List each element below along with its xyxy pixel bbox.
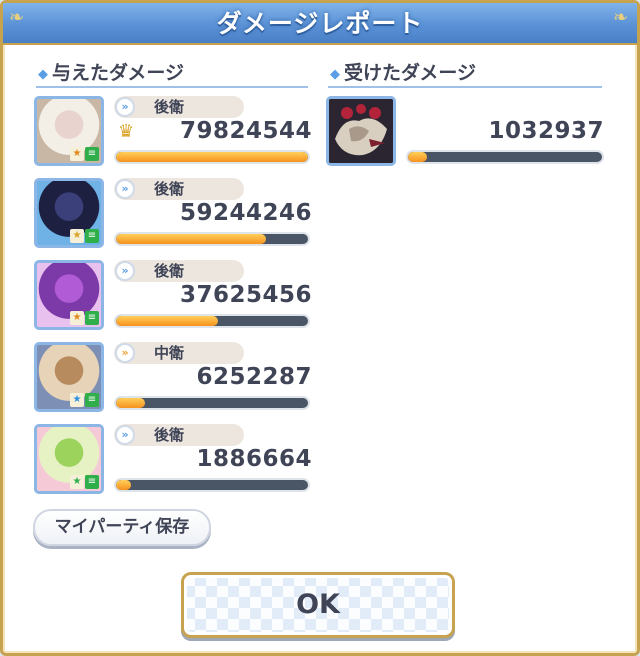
position-label: 後衛 [154, 180, 185, 198]
damage-bar-fill [408, 152, 428, 162]
double-chevron-icon: » [115, 261, 135, 281]
damage-bar-fill [116, 234, 266, 244]
diamond-icon: ◆ [330, 67, 340, 82]
position-pill: » 中衛 [114, 342, 244, 364]
damage-value: 59244246 [179, 200, 312, 226]
section-divider [36, 86, 308, 88]
element-icon: ≡ [85, 393, 99, 407]
damage-bar [114, 478, 310, 492]
double-chevron-icon: » [115, 179, 135, 199]
damage-value: 1032937 [488, 118, 604, 144]
section-divider [328, 86, 602, 88]
rank-icon: ★ [70, 393, 84, 407]
damage-bar [114, 314, 310, 328]
damage-bar-fill [116, 152, 308, 162]
element-icon: ≡ [85, 229, 99, 243]
element-icon: ≡ [85, 475, 99, 489]
boss-art [329, 99, 393, 163]
received-section-label: 受けたダメージ [344, 62, 477, 84]
element-icon: ≡ [85, 147, 99, 161]
rank-icon: ★ [70, 475, 84, 489]
position-label: 中衛 [154, 344, 185, 362]
damage-bar [114, 232, 310, 246]
dealt-section-label: 与えたダメージ [52, 62, 185, 84]
window-title: ダメージレポート [216, 9, 424, 38]
double-chevron-icon: » [115, 425, 135, 445]
position-pill: » 後衛 [114, 260, 244, 282]
damage-bar [406, 150, 604, 164]
unit-portrait[interactable]: ★ ≡ [34, 260, 104, 330]
unit-portrait[interactable]: ★ ≡ [34, 342, 104, 412]
ok-button[interactable]: OK [181, 572, 455, 638]
damage-bar-fill [116, 398, 145, 408]
position-label: 後衛 [154, 262, 185, 280]
damage-bar [114, 396, 310, 410]
damage-value: 1886664 [196, 446, 312, 472]
damage-bar-fill [116, 480, 132, 490]
window-header: ❧ ダメージレポート ❧ [3, 3, 637, 45]
unit-portrait[interactable]: ★ ≡ [34, 178, 104, 248]
unit-portrait[interactable]: ★ ≡ [34, 424, 104, 494]
diamond-icon: ◆ [38, 67, 48, 82]
damage-value: 6252287 [196, 364, 312, 390]
ornament-icon: ❧ [613, 7, 629, 28]
enemy-portrait[interactable] [326, 96, 396, 166]
damage-bar [114, 150, 310, 164]
double-chevron-icon: » [115, 343, 135, 363]
damage-bar-fill [116, 316, 218, 326]
position-pill: » 後衛 [114, 178, 244, 200]
crown-icon: ♛ [118, 121, 135, 142]
double-chevron-icon: » [115, 97, 135, 117]
element-icon: ≡ [85, 311, 99, 325]
unit-portrait[interactable]: ★ ≡ [34, 96, 104, 166]
received-section-title: ◆ 受けたダメージ [330, 58, 476, 85]
position-label: 後衛 [154, 426, 185, 444]
rank-icon: ★ [70, 311, 84, 325]
position-pill: » 後衛 [114, 96, 244, 118]
position-pill: » 後衛 [114, 424, 244, 446]
dealt-section-title: ◆ 与えたダメージ [38, 58, 184, 85]
damage-value: 79824544 [179, 118, 312, 144]
save-party-button[interactable]: マイパーティ保存 [33, 509, 211, 546]
rank-icon: ★ [70, 229, 84, 243]
rank-icon: ★ [70, 147, 84, 161]
position-label: 後衛 [154, 98, 185, 116]
damage-value: 37625456 [179, 282, 312, 308]
